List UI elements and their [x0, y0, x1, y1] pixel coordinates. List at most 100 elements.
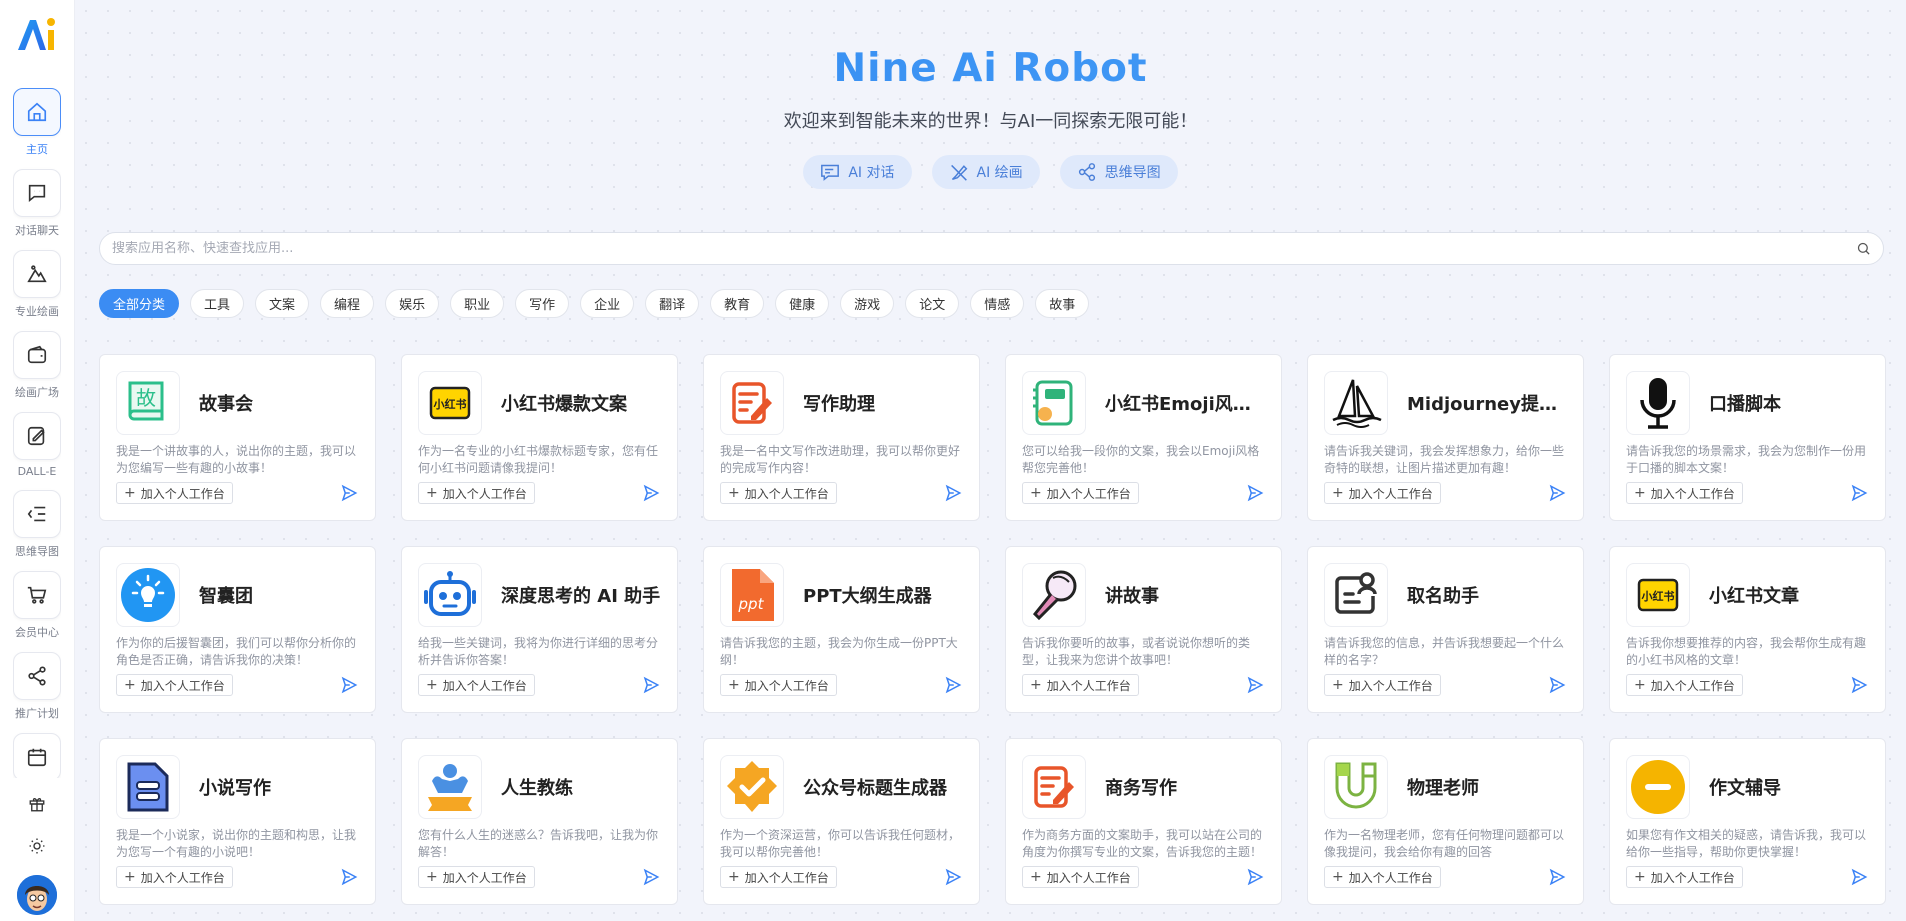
nav-btn — [13, 733, 61, 778]
mountain-icon — [27, 265, 47, 283]
app-card[interactable]: 小红书Emoji风格文案 您可以给我一段你的文案，我会以Emoji风格帮您完善他… — [1005, 354, 1282, 521]
category-tab-copywriting[interactable]: 文案 — [255, 289, 310, 318]
add-to-workspace-button[interactable]: + 加入个人工作台 — [1324, 674, 1441, 696]
run-button[interactable] — [1245, 675, 1265, 695]
app-card[interactable]: 故 故事会 我是一个讲故事的人，说出你的主题，我可以为您编写一些有趣的小故事！ … — [99, 354, 376, 521]
sidebar-item-painting[interactable]: 专业绘画 — [13, 250, 61, 319]
add-to-workspace-button[interactable]: + 加入个人工作台 — [418, 482, 535, 504]
category-tab-writing[interactable]: 写作 — [515, 289, 570, 318]
app-card[interactable]: 取名助手 请告诉我您的信息，并告诉我想要起一个什么样的名字？ + 加入个人工作台 — [1307, 546, 1584, 713]
add-to-workspace-button[interactable]: + 加入个人工作台 — [720, 866, 837, 888]
sidebar-item-home[interactable]: 主页 — [13, 88, 61, 157]
add-label: 加入个人工作台 — [442, 486, 527, 501]
app-card[interactable]: 写作助理 我是一名中文写作改进助理，我可以帮你更好的完成写作内容！ + 加入个人工… — [703, 354, 980, 521]
app-card[interactable]: 智囊团 作为你的后援智囊团，我们可以帮你分析你的角色是否正确，请告诉我你的决策！… — [99, 546, 376, 713]
app-card[interactable]: 口播脚本 请告诉我您的场景需求，我会为您制作一份用于口播的脚本文案！ + 加入个人… — [1609, 354, 1886, 521]
sidebar-item-promotion[interactable]: 推广计划 — [13, 652, 61, 721]
add-to-workspace-button[interactable]: + 加入个人工作台 — [1324, 482, 1441, 504]
add-to-workspace-button[interactable]: + 加入个人工作台 — [1626, 866, 1743, 888]
sidebar-item-dalle[interactable]: DALL-E — [13, 412, 61, 478]
sidebar-item-chat[interactable]: 对话聊天 — [13, 169, 61, 238]
add-to-workspace-button[interactable]: + 加入个人工作台 — [720, 482, 837, 504]
add-to-workspace-button[interactable]: + 加入个人工作台 — [1022, 674, 1139, 696]
app-card[interactable]: 商务写作 作为商务方面的文案助手，我可以站在公司的角度为你撰写专业的文案，告诉我… — [1005, 738, 1282, 905]
run-button[interactable] — [1547, 675, 1567, 695]
add-to-workspace-button[interactable]: + 加入个人工作台 — [1324, 866, 1441, 888]
app-logo[interactable] — [15, 12, 59, 56]
category-tab-emotion[interactable]: 情感 — [970, 289, 1025, 318]
app-card[interactable]: ppt PPT大纲生成器 请告诉我您的主题，我会为你生成一份PPT大纲！ + 加入… — [703, 546, 980, 713]
app-card[interactable]: 讲故事 告诉我你要听的故事，或者说说你想听的类型，让我来为您讲个故事吧！ + 加入… — [1005, 546, 1282, 713]
category-tab-translation[interactable]: 翻译 — [645, 289, 700, 318]
run-button[interactable] — [1849, 483, 1869, 503]
run-button[interactable] — [339, 675, 359, 695]
ai-painting-button[interactable]: AI 绘画 — [931, 155, 1040, 189]
add-to-workspace-button[interactable]: + 加入个人工作台 — [1626, 674, 1743, 696]
category-tab-career[interactable]: 职业 — [450, 289, 505, 318]
category-tab-tools[interactable]: 工具 — [190, 289, 245, 318]
category-tab-stories[interactable]: 故事 — [1035, 289, 1090, 318]
run-button[interactable] — [943, 867, 963, 887]
run-button[interactable] — [1547, 867, 1567, 887]
category-tab-programming[interactable]: 编程 — [320, 289, 375, 318]
add-to-workspace-button[interactable]: + 加入个人工作台 — [418, 866, 535, 888]
mindmap-button[interactable]: 思维导图 — [1059, 155, 1178, 189]
app-card[interactable]: Midjourney提示词生成 请告诉我关键词，我会发挥想象力，给你一些奇特的联… — [1307, 354, 1584, 521]
category-tab-papers[interactable]: 论文 — [905, 289, 960, 318]
app-card[interactable]: 小说写作 我是一个小说家，说出你的主题和构思，让我为您写一个有趣的小说吧！ + 加… — [99, 738, 376, 905]
add-to-workspace-button[interactable]: + 加入个人工作台 — [720, 674, 837, 696]
category-tab-games[interactable]: 游戏 — [840, 289, 895, 318]
nav-btn — [13, 412, 61, 460]
run-button[interactable] — [641, 483, 661, 503]
card-desc: 告诉我你想要推荐的内容，我会帮你生成有趣的小红书风格的文章！ — [1626, 636, 1867, 667]
sidebar-item-calendar[interactable] — [13, 733, 61, 778]
sidebar-item-mindmap[interactable]: 思维导图 — [13, 490, 61, 559]
add-to-workspace-button[interactable]: + 加入个人工作台 — [1022, 482, 1139, 504]
run-button[interactable] — [1245, 483, 1265, 503]
run-button[interactable] — [1849, 675, 1869, 695]
run-button[interactable] — [943, 675, 963, 695]
category-tab-health[interactable]: 健康 — [775, 289, 830, 318]
app-card[interactable]: 物理老师 作为一名物理老师，您有任何物理问题都可以像我提问，我会给你有趣的回答 … — [1307, 738, 1584, 905]
run-button[interactable] — [1245, 867, 1265, 887]
run-button[interactable] — [943, 483, 963, 503]
ppt-icon: ppt — [720, 563, 784, 627]
add-to-workspace-button[interactable]: + 加入个人工作台 — [418, 674, 535, 696]
theme-toggle-button[interactable] — [24, 833, 50, 859]
app-card[interactable]: 作文辅导 如果您有作文相关的疑惑，请告诉我，我可以给你一些指导，帮助你更快掌握！… — [1609, 738, 1886, 905]
run-button[interactable] — [1849, 867, 1869, 887]
run-button[interactable] — [641, 867, 661, 887]
sidebar-item-gallery[interactable]: 绘画广场 — [13, 331, 61, 400]
gift-button[interactable] — [24, 791, 50, 817]
add-to-workspace-button[interactable]: + 加入个人工作台 — [1022, 866, 1139, 888]
chat-icon — [821, 164, 840, 181]
app-card[interactable]: 小红书 小红书爆款文案 作为一名专业的小红书爆款标题专家，您有任何小红书问题请像… — [401, 354, 678, 521]
add-to-workspace-button[interactable]: + 加入个人工作台 — [116, 482, 233, 504]
category-tab-entertainment[interactable]: 娱乐 — [385, 289, 440, 318]
app-card[interactable]: 人生教练 您有什么人生的迷惑么？告诉我吧，让我为你解答！ + 加入个人工作台 — [401, 738, 678, 905]
app-card[interactable]: 深度思考的 AI 助手 给我一些关键词，我将为你进行详细的思考分析并告诉你答案！… — [401, 546, 678, 713]
category-tab-enterprise[interactable]: 企业 — [580, 289, 635, 318]
ai-chat-button[interactable]: AI 对话 — [803, 155, 912, 189]
search-input[interactable] — [112, 241, 1856, 256]
run-button[interactable] — [339, 867, 359, 887]
add-to-workspace-button[interactable]: + 加入个人工作台 — [116, 866, 233, 888]
search-icon[interactable] — [1856, 241, 1871, 256]
add-to-workspace-button[interactable]: + 加入个人工作台 — [1626, 482, 1743, 504]
app-card[interactable]: 公众号标题生成器 作为一个资深运营，你可以告诉我任何题材，我可以帮你完善他！ +… — [703, 738, 980, 905]
category-tab-education[interactable]: 教育 — [710, 289, 765, 318]
app-card[interactable]: 小红书 小红书文章 告诉我你想要推荐的内容，我会帮你生成有趣的小红书风格的文章！… — [1609, 546, 1886, 713]
run-button[interactable] — [1547, 483, 1567, 503]
run-button[interactable] — [641, 675, 661, 695]
avatar[interactable] — [17, 875, 57, 915]
plus-icon: + — [124, 869, 136, 885]
add-label: 加入个人工作台 — [1650, 870, 1735, 885]
sidebar: 主页 对话聊天 专业绘画 绘画广场 DALL-E 思维导图 会员中心 推广计划 — [0, 0, 75, 921]
muscle-icon — [418, 755, 482, 819]
category-tab-all[interactable]: 全部分类 — [99, 289, 180, 318]
logo-icon — [18, 18, 55, 50]
add-to-workspace-button[interactable]: + 加入个人工作台 — [116, 674, 233, 696]
run-button[interactable] — [339, 483, 359, 503]
sidebar-item-member[interactable]: 会员中心 — [13, 571, 61, 640]
card-desc: 我是一个讲故事的人，说出你的主题，我可以为您编写一些有趣的小故事！ — [116, 444, 357, 475]
